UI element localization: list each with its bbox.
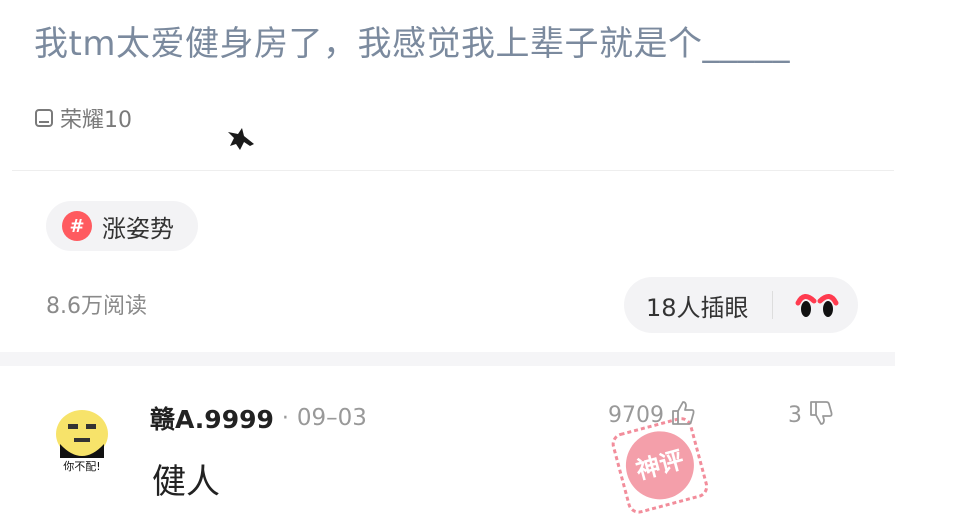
tag-label: 涨姿势 <box>102 214 174 243</box>
like-button[interactable]: 9709 <box>608 400 696 430</box>
dislike-button[interactable]: 3 <box>788 400 834 430</box>
thumbs-up-icon <box>670 400 696 430</box>
comment-meta: 赣A.9999 · 09–03 <box>150 400 367 436</box>
device-icon <box>34 108 54 128</box>
device-label: 荣耀10 <box>60 108 132 133</box>
device-info: 荣耀10 <box>34 102 132 134</box>
comment-text: 健人 <box>152 462 220 502</box>
post-card[interactable]: 我tm太爱健身房了，我感觉我上辈子就是个_____ 荣耀10 <box>12 0 894 171</box>
meta-separator: · <box>281 405 289 431</box>
divider <box>772 291 773 319</box>
tag-chip[interactable]: # 涨姿势 <box>46 201 198 251</box>
post-title: 我tm太爱健身房了，我感觉我上辈子就是个_____ <box>34 24 790 64</box>
avatar[interactable]: 你不配! <box>44 398 120 474</box>
hashtag-icon: # <box>62 211 92 241</box>
dislike-count: 3 <box>788 402 802 428</box>
comment-date: 09–03 <box>296 405 367 431</box>
thumbs-down-icon <box>808 400 834 430</box>
like-count: 9709 <box>608 402 664 428</box>
cursor-mark <box>224 124 258 158</box>
peek-label: 18人插眼 <box>646 293 749 322</box>
eyes-icon <box>794 289 840 325</box>
section-divider <box>0 352 895 366</box>
avatar-caption: 你不配! <box>63 460 101 473</box>
peek-button[interactable]: 18人插眼 <box>624 277 858 333</box>
username[interactable]: 赣A.9999 <box>150 400 274 436</box>
read-count: 8.6万阅读 <box>46 294 147 319</box>
